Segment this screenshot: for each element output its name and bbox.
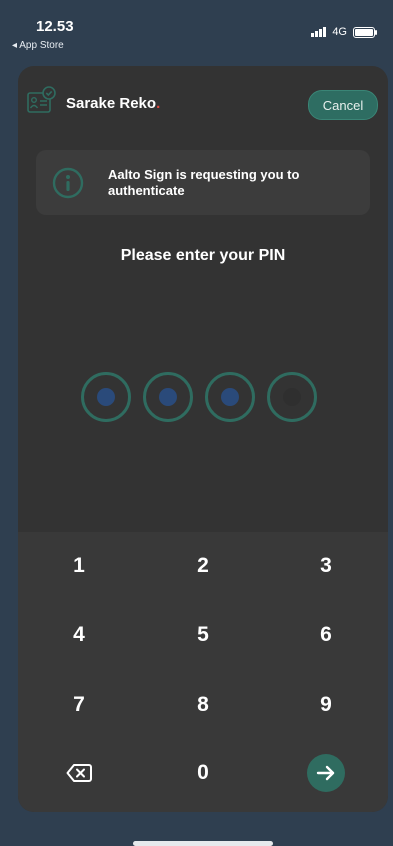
cancel-button[interactable]: Cancel [308,90,378,120]
status-time: 12.53 [36,18,74,35]
key-3[interactable]: 3 [271,536,381,596]
arrow-right-icon [316,765,335,781]
status-bar: 12.53 ◂ App Store 4G [0,0,393,56]
sheet-header: Sarake Reko. Cancel [18,66,388,136]
backspace-icon [66,764,92,782]
pin-dot-filled [97,388,115,406]
backspace-button[interactable] [24,743,134,803]
pin-digit-4 [267,372,317,422]
app-title-dot: . [156,95,161,112]
info-banner: Aalto Sign is requesting you to authenti… [36,150,370,215]
pin-dot-filled [221,388,239,406]
key-4[interactable]: 4 [24,605,134,665]
submit-button[interactable] [271,743,381,803]
key-7[interactable]: 7 [24,675,134,735]
pin-digit-1 [81,372,131,422]
network-type: 4G [332,26,347,38]
app-title: Sarake Reko. [66,95,161,112]
pin-prompt: Please enter your PIN [120,247,286,264]
numeric-keypad: 1 2 3 4 5 6 7 8 9 0 [18,532,388,812]
info-icon [52,167,84,199]
id-card-check-icon [27,86,56,113]
key-0[interactable]: 0 [148,743,258,803]
pin-indicator [78,372,328,428]
home-indicator[interactable] [133,841,273,846]
enter-circle[interactable] [307,754,345,792]
signal-icon [311,27,327,37]
back-to-app-store-link[interactable]: ◂ App Store [12,40,64,51]
auth-sheet: Sarake Reko. Cancel Aalto Sign is reques… [18,66,388,812]
key-2[interactable]: 2 [148,536,258,596]
key-6[interactable]: 6 [271,605,381,665]
pin-dot-filled [159,388,177,406]
key-8[interactable]: 8 [148,675,258,735]
battery-icon [353,26,377,38]
pin-digit-2 [143,372,193,422]
info-message: Aalto Sign is requesting you to authenti… [108,167,300,198]
key-5[interactable]: 5 [148,605,258,665]
key-9[interactable]: 9 [271,675,381,735]
pin-digit-3 [205,372,255,422]
status-indicators: 4G [311,26,377,38]
pin-dot-empty [283,388,301,406]
key-1[interactable]: 1 [24,536,134,596]
